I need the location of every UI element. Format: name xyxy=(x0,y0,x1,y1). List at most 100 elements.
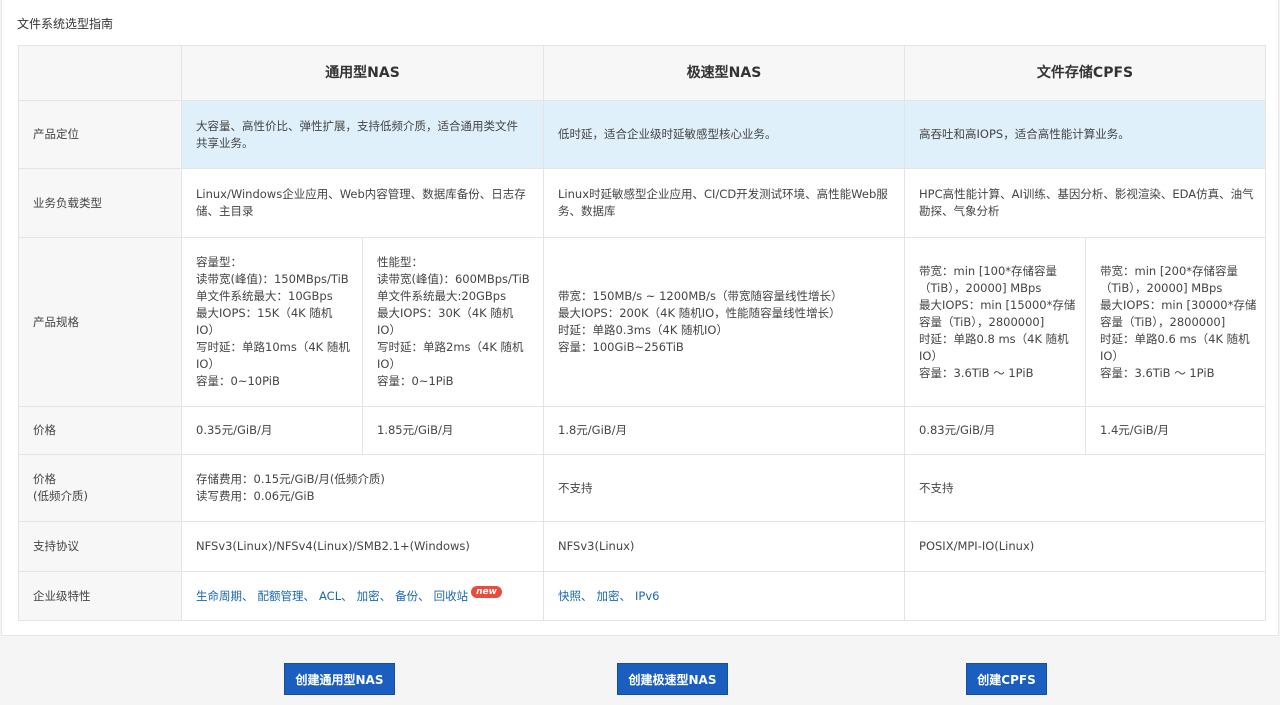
create-general-nas-button[interactable]: 创建通用型NAS xyxy=(284,663,395,695)
create-extreme-nas-button[interactable]: 创建极速型NAS xyxy=(617,663,728,695)
cell-spec-general-capacity: 容量型： 读带宽(峰值)：150MBps/TiB 单文件系统最大：10GBps … xyxy=(181,237,363,407)
row-label-positioning: 产品定位 xyxy=(18,100,182,169)
feature-link-snapshot[interactable]: 快照 xyxy=(558,589,581,603)
feature-link-quota[interactable]: 配额管理 xyxy=(258,589,304,603)
cell-text: （TiB），20000] MBps xyxy=(919,280,1042,295)
cell-text: 务、数据库 xyxy=(558,204,616,218)
row-label-line: 价格 xyxy=(33,472,56,486)
separator: 、 xyxy=(581,588,593,603)
cell-text: 时延：单路0.8 ms（4K 随机 xyxy=(919,331,1069,346)
create-cpfs-button[interactable]: 创建CPFS xyxy=(966,663,1047,695)
cell-text: 存储费用：0.15元/GiB/月(低频介质) xyxy=(196,472,385,486)
feature-link-acl[interactable]: ACL xyxy=(319,589,341,603)
separator: 、 xyxy=(418,588,430,603)
table-row-price: 价格 0.35元/GiB/月 1.85元/GiB/月 1.8元/GiB/月 0.… xyxy=(18,406,1267,455)
cell-text: 最大IOPS：30K（4K 随机 xyxy=(377,306,514,320)
cell-text: IO） xyxy=(1100,348,1124,363)
cell-text: 容量：0~10PiB xyxy=(196,374,280,388)
cell-text: 容量（TiB），2800000] xyxy=(1100,314,1226,329)
cell-price-low-general: 存储费用：0.15元/GiB/月(低频介质) 读写费用：0.06元/GiB xyxy=(180,454,545,522)
cell-price-general-performance: 1.85元/GiB/月 xyxy=(361,406,545,455)
table-row-enterprise: 企业级特性 生命周期、 配额管理、 ACL、 加密、 备份、 回收站 new 快照、 加密、 I… xyxy=(18,571,1267,621)
cell-positioning-general: 大容量、高性价比、弹性扩展，支持低频介质，适合通用类文件 共享业务。 xyxy=(180,100,545,169)
cell-enterprise-cpfs xyxy=(904,571,1267,621)
cell-text: 储、主目录 xyxy=(196,204,254,218)
row-label-price: 价格 xyxy=(18,406,182,455)
cell-text: （TiB），20000] MBps xyxy=(1100,280,1223,295)
table-row-positioning: 产品定位 大容量、高性价比、弹性扩展，支持低频介质，适合通用类文件 共享业务。 … xyxy=(18,100,1267,169)
cell-price-extreme: 1.8元/GiB/月 xyxy=(543,406,906,455)
cell-text: 容量：3.6TiB ～ 1PiB xyxy=(1100,365,1215,380)
cell-price-cpfs-a: 0.83元/GiB/月 xyxy=(904,406,1087,455)
row-label-enterprise: 企业级特性 xyxy=(18,571,182,621)
feature-link-ipv6[interactable]: IPv6 xyxy=(635,589,659,603)
row-label-price-low-freq: 价格 (低频介质) xyxy=(18,454,182,522)
cell-text: 最大IOPS：min [15000*存储 xyxy=(919,297,1076,312)
separator: 、 xyxy=(379,588,392,603)
feature-link-backup[interactable]: 备份 xyxy=(395,589,418,603)
cell-spec-cpfs-b: 带宽：min [200*存储容量 （TiB），20000] MBps 最大IOP… xyxy=(1085,237,1267,407)
cell-text: 共享业务。 xyxy=(196,135,254,150)
cell-text: HPC高性能计算、AI训练、基因分析、影视渲染、EDA仿真、油气 xyxy=(919,187,1254,201)
col-header-extreme-nas: 极速型NAS xyxy=(543,45,906,101)
separator: 、 xyxy=(303,588,316,603)
cell-text: 单文件系统最大:20GBps xyxy=(377,289,507,303)
cell-protocol-extreme: NFSv3(Linux) xyxy=(543,521,906,572)
header-corner-cell xyxy=(18,45,182,101)
cell-text: 读带宽(峰值)：600MBps/TiB xyxy=(377,272,530,286)
cell-text: IO） xyxy=(196,323,220,337)
cell-text: IO） xyxy=(919,348,943,363)
cell-text: 最大IOPS：15K（4K 随机 xyxy=(196,306,333,320)
feature-link-encryption[interactable]: 加密 xyxy=(357,589,380,603)
cell-text: 带宽：150MB/s ~ 1200MB/s（带宽随容量线性增长） xyxy=(558,289,843,303)
cell-text: Linux/Windows企业应用、Web内容管理、数据库备份、日志存 xyxy=(196,187,526,201)
cell-spec-extreme: 带宽：150MB/s ~ 1200MB/s（带宽随容量线性增长） 最大IOPS：… xyxy=(543,237,906,407)
feature-link-lifecycle[interactable]: 生命周期 xyxy=(196,589,242,603)
feature-link-encryption[interactable]: 加密 xyxy=(597,589,620,603)
cell-workload-cpfs: HPC高性能计算、AI训练、基因分析、影视渲染、EDA仿真、油气 勘探、气象分析 xyxy=(904,168,1267,238)
cell-text: 性能型： xyxy=(377,255,423,269)
cell-protocol-general: NFSv3(Linux)/NFSv4(Linux)/SMB2.1+(Window… xyxy=(180,521,545,572)
selection-guide-panel: 文件系统选型指南 通用型NAS 极速型NAS 文件存储CPFS 产品定位 大容量… xyxy=(1,0,1279,636)
separator: 、 xyxy=(619,588,632,603)
table-header-row: 通用型NAS 极速型NAS 文件存储CPFS xyxy=(18,45,1267,101)
cell-text: IO） xyxy=(196,357,220,371)
row-label-workload: 业务负载类型 xyxy=(18,168,182,238)
cell-price-low-cpfs: 不支持 xyxy=(904,454,1267,522)
new-badge: new xyxy=(471,585,502,598)
cell-text: Linux时延敏感型企业应用、CI/CD开发测试环境、高性能Web服 xyxy=(558,187,888,201)
cell-price-low-extreme: 不支持 xyxy=(543,454,906,522)
cell-text: 勘探、气象分析 xyxy=(919,204,1000,218)
separator: 、 xyxy=(242,588,254,603)
cell-text: 容量：100GiB~256TiB xyxy=(558,340,684,354)
separator: 、 xyxy=(341,588,353,603)
cell-text: 读写费用：0.06元/GiB xyxy=(196,489,315,503)
cell-spec-general-performance: 性能型： 读带宽(峰值)：600MBps/TiB 单文件系统最大:20GBps … xyxy=(361,237,545,407)
table-row-price-low-freq: 价格 (低频介质) 存储费用：0.15元/GiB/月(低频介质) 读写费用：0.… xyxy=(18,454,1267,522)
cell-protocol-cpfs: POSIX/MPI-IO(Linux) xyxy=(904,521,1267,572)
cell-text: IO） xyxy=(377,323,401,337)
cell-text: 带宽：min [200*存储容量 xyxy=(1100,263,1239,278)
col-header-cpfs: 文件存储CPFS xyxy=(904,45,1267,101)
row-label-spec: 产品规格 xyxy=(18,237,182,407)
cell-text: 容量（TiB），2800000] xyxy=(919,314,1045,329)
cell-text: 容量型： xyxy=(196,255,242,269)
cell-text: 最大IOPS：min [30000*存储 xyxy=(1100,297,1257,312)
cell-text: 写时延：单路10ms（4K 随机 xyxy=(196,340,350,354)
feature-link-recycle-bin[interactable]: 回收站 xyxy=(434,589,469,603)
cell-text: IO） xyxy=(377,357,401,371)
cell-text: 最大IOPS：200K（4K 随机IO，性能随容量线性增长） xyxy=(558,306,841,320)
cell-price-cpfs-b: 1.4元/GiB/月 xyxy=(1085,406,1267,455)
cell-text: 时延：单路0.3ms（4K 随机IO） xyxy=(558,323,728,337)
page-title: 文件系统选型指南 xyxy=(17,17,114,31)
cell-spec-cpfs-a: 带宽：min [100*存储容量 （TiB），20000] MBps 最大IOP… xyxy=(904,237,1087,407)
cell-text: 容量：0~1PiB xyxy=(377,374,454,388)
cell-text: 容量：3.6TiB ～ 1PiB xyxy=(919,365,1034,380)
cell-positioning-cpfs: 高吞吐和高IOPS，适合高性能计算业务。 xyxy=(904,100,1267,169)
comparison-table: 通用型NAS 极速型NAS 文件存储CPFS 产品定位 大容量、高性价比、弹性扩… xyxy=(18,45,1267,621)
cell-text: 时延：单路0.6 ms（4K 随机 xyxy=(1100,331,1250,346)
table-row-workload: 业务负载类型 Linux/Windows企业应用、Web内容管理、数据库备份、日… xyxy=(18,168,1267,238)
table-row-protocol: 支持协议 NFSv3(Linux)/NFSv4(Linux)/SMB2.1+(W… xyxy=(18,521,1267,572)
cell-text: 单文件系统最大：10GBps xyxy=(196,289,333,303)
cell-text: 大容量、高性价比、弹性扩展，支持低频介质，适合通用类文件 xyxy=(196,118,518,133)
